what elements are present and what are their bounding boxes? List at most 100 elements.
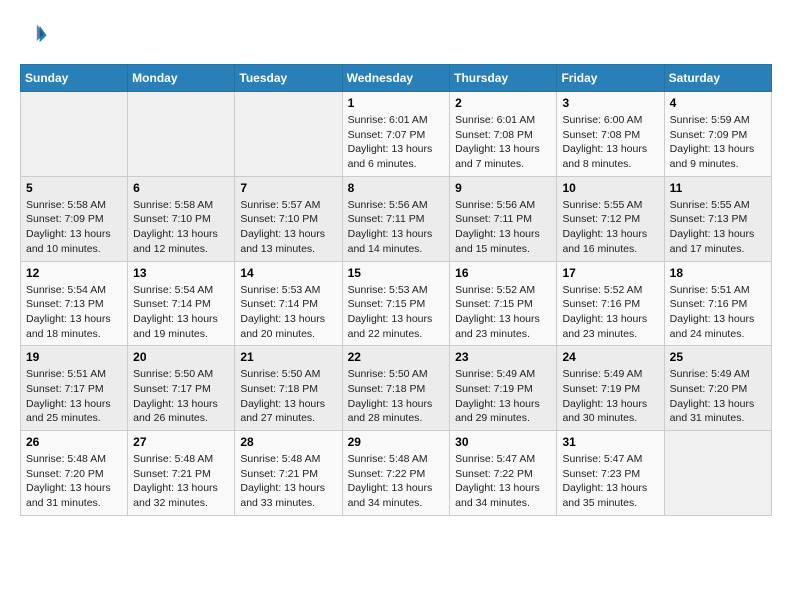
cell-info: Sunrise: 5:48 AMSunset: 7:22 PMDaylight:… (348, 452, 445, 511)
cell-info: Sunrise: 5:49 AMSunset: 7:19 PMDaylight:… (562, 367, 658, 426)
calendar-table: SundayMondayTuesdayWednesdayThursdayFrid… (20, 64, 772, 516)
day-number: 2 (455, 96, 551, 110)
cell-info: Sunrise: 6:01 AMSunset: 7:08 PMDaylight:… (455, 113, 551, 172)
calendar-cell: 29 Sunrise: 5:48 AMSunset: 7:22 PMDayligh… (342, 431, 450, 516)
cell-info: Sunrise: 5:50 AMSunset: 7:17 PMDaylight:… (133, 367, 229, 426)
cell-info: Sunrise: 5:49 AMSunset: 7:20 PMDaylight:… (670, 367, 766, 426)
day-number: 18 (670, 266, 766, 280)
calendar-cell: 5 Sunrise: 5:58 AMSunset: 7:09 PMDaylight… (21, 176, 128, 261)
calendar-cell: 18Sunrise: 5:51 AMSunset: 7:16 PMDayligh… (664, 261, 771, 346)
calendar-cell: 9 Sunrise: 5:56 AMSunset: 7:11 PMDaylight… (450, 176, 557, 261)
calendar-cell: 7Sunrise: 5:57 AMSunset: 7:10 PMDaylight… (235, 176, 342, 261)
weekday-header-tuesday: Tuesday (235, 65, 342, 92)
calendar-cell: 1 Sunrise: 6:01 AMSunset: 7:07 PMDaylight… (342, 92, 450, 177)
calendar-cell: 11Sunrise: 5:55 AMSunset: 7:13 PMDayligh… (664, 176, 771, 261)
cell-info: Sunrise: 5:54 AMSunset: 7:14 PMDaylight:… (133, 283, 229, 342)
day-number: 17 (562, 266, 658, 280)
day-number: 21 (240, 350, 336, 364)
calendar-cell: 2 Sunrise: 6:01 AMSunset: 7:08 PMDaylight… (450, 92, 557, 177)
day-number: 4 (670, 96, 766, 110)
calendar-cell: 8 Sunrise: 5:56 AMSunset: 7:11 PMDaylight… (342, 176, 450, 261)
page-header (20, 20, 772, 48)
cell-info: Sunrise: 5:57 AMSunset: 7:10 PMDaylight:… (240, 198, 336, 257)
calendar-cell: 24 Sunrise: 5:49 AMSunset: 7:19 PMDayligh… (557, 346, 664, 431)
calendar-cell: 17Sunrise: 5:52 AMSunset: 7:16 PMDayligh… (557, 261, 664, 346)
day-number: 30 (455, 435, 551, 449)
day-number: 24 (562, 350, 658, 364)
calendar-week-4: 19Sunrise: 5:51 AMSunset: 7:17 PMDayligh… (21, 346, 772, 431)
day-number: 8 (348, 181, 445, 195)
cell-info: Sunrise: 5:53 AMSunset: 7:14 PMDaylight:… (240, 283, 336, 342)
day-number: 9 (455, 181, 551, 195)
calendar-cell (235, 92, 342, 177)
cell-info: Sunrise: 6:00 AMSunset: 7:08 PMDaylight:… (562, 113, 658, 172)
calendar-cell: 21 Sunrise: 5:50 AMSunset: 7:18 PMDayligh… (235, 346, 342, 431)
calendar-week-5: 26Sunrise: 5:48 AMSunset: 7:20 PMDayligh… (21, 431, 772, 516)
day-number: 14 (240, 266, 336, 280)
day-number: 27 (133, 435, 229, 449)
cell-info: Sunrise: 5:47 AMSunset: 7:22 PMDaylight:… (455, 452, 551, 511)
weekday-header-sunday: Sunday (21, 65, 128, 92)
calendar-cell: 6 Sunrise: 5:58 AMSunset: 7:10 PMDaylight… (128, 176, 235, 261)
day-number: 28 (240, 435, 336, 449)
calendar-cell: 20 Sunrise: 5:50 AMSunset: 7:17 PMDayligh… (128, 346, 235, 431)
cell-info: Sunrise: 5:58 AMSunset: 7:10 PMDaylight:… (133, 198, 229, 257)
calendar-cell: 23Sunrise: 5:49 AMSunset: 7:19 PMDayligh… (450, 346, 557, 431)
cell-info: Sunrise: 5:48 AMSunset: 7:21 PMDaylight:… (133, 452, 229, 511)
cell-info: Sunrise: 5:50 AMSunset: 7:18 PMDaylight:… (348, 367, 445, 426)
calendar-week-1: 1 Sunrise: 6:01 AMSunset: 7:07 PMDaylight… (21, 92, 772, 177)
day-number: 1 (348, 96, 445, 110)
logo (20, 20, 52, 48)
weekday-header-monday: Monday (128, 65, 235, 92)
weekday-header-wednesday: Wednesday (342, 65, 450, 92)
day-number: 5 (26, 181, 122, 195)
calendar-cell: 19Sunrise: 5:51 AMSunset: 7:17 PMDayligh… (21, 346, 128, 431)
weekday-header-saturday: Saturday (664, 65, 771, 92)
day-number: 10 (562, 181, 658, 195)
calendar-cell: 10 Sunrise: 5:55 AMSunset: 7:12 PMDayligh… (557, 176, 664, 261)
calendar-cell: 4 Sunrise: 5:59 AMSunset: 7:09 PMDaylight… (664, 92, 771, 177)
day-number: 6 (133, 181, 229, 195)
cell-info: Sunrise: 5:47 AMSunset: 7:23 PMDaylight:… (562, 452, 658, 511)
weekday-header-thursday: Thursday (450, 65, 557, 92)
calendar-cell: 15 Sunrise: 5:53 AMSunset: 7:15 PMDayligh… (342, 261, 450, 346)
cell-info: Sunrise: 5:49 AMSunset: 7:19 PMDaylight:… (455, 367, 551, 426)
cell-info: Sunrise: 5:52 AMSunset: 7:15 PMDaylight:… (455, 283, 551, 342)
day-number: 15 (348, 266, 445, 280)
calendar-cell: 14 Sunrise: 5:53 AMSunset: 7:14 PMDayligh… (235, 261, 342, 346)
day-number: 29 (348, 435, 445, 449)
calendar-cell: 31 Sunrise: 5:47 AMSunset: 7:23 PMDayligh… (557, 431, 664, 516)
day-number: 19 (26, 350, 122, 364)
calendar-cell: 13Sunrise: 5:54 AMSunset: 7:14 PMDayligh… (128, 261, 235, 346)
calendar-week-3: 12 Sunrise: 5:54 AMSunset: 7:13 PMDayligh… (21, 261, 772, 346)
calendar-cell: 3 Sunrise: 6:00 AMSunset: 7:08 PMDaylight… (557, 92, 664, 177)
day-number: 20 (133, 350, 229, 364)
cell-info: Sunrise: 5:50 AMSunset: 7:18 PMDaylight:… (240, 367, 336, 426)
calendar-header-row: SundayMondayTuesdayWednesdayThursdayFrid… (21, 65, 772, 92)
day-number: 22 (348, 350, 445, 364)
calendar-cell: 28Sunrise: 5:48 AMSunset: 7:21 PMDayligh… (235, 431, 342, 516)
cell-info: Sunrise: 5:58 AMSunset: 7:09 PMDaylight:… (26, 198, 122, 257)
day-number: 12 (26, 266, 122, 280)
day-number: 11 (670, 181, 766, 195)
cell-info: Sunrise: 6:01 AMSunset: 7:07 PMDaylight:… (348, 113, 445, 172)
day-number: 25 (670, 350, 766, 364)
calendar-cell: 26Sunrise: 5:48 AMSunset: 7:20 PMDayligh… (21, 431, 128, 516)
calendar-cell: 25 Sunrise: 5:49 AMSunset: 7:20 PMDayligh… (664, 346, 771, 431)
day-number: 3 (562, 96, 658, 110)
calendar-week-2: 5 Sunrise: 5:58 AMSunset: 7:09 PMDaylight… (21, 176, 772, 261)
calendar-cell (664, 431, 771, 516)
cell-info: Sunrise: 5:54 AMSunset: 7:13 PMDaylight:… (26, 283, 122, 342)
cell-info: Sunrise: 5:56 AMSunset: 7:11 PMDaylight:… (348, 198, 445, 257)
calendar-cell: 30 Sunrise: 5:47 AMSunset: 7:22 PMDayligh… (450, 431, 557, 516)
cell-info: Sunrise: 5:59 AMSunset: 7:09 PMDaylight:… (670, 113, 766, 172)
calendar-cell: 16Sunrise: 5:52 AMSunset: 7:15 PMDayligh… (450, 261, 557, 346)
cell-info: Sunrise: 5:55 AMSunset: 7:12 PMDaylight:… (562, 198, 658, 257)
day-number: 31 (562, 435, 658, 449)
cell-info: Sunrise: 5:56 AMSunset: 7:11 PMDaylight:… (455, 198, 551, 257)
calendar-cell (21, 92, 128, 177)
cell-info: Sunrise: 5:53 AMSunset: 7:15 PMDaylight:… (348, 283, 445, 342)
calendar-cell: 27 Sunrise: 5:48 AMSunset: 7:21 PMDayligh… (128, 431, 235, 516)
calendar-cell (128, 92, 235, 177)
day-number: 26 (26, 435, 122, 449)
